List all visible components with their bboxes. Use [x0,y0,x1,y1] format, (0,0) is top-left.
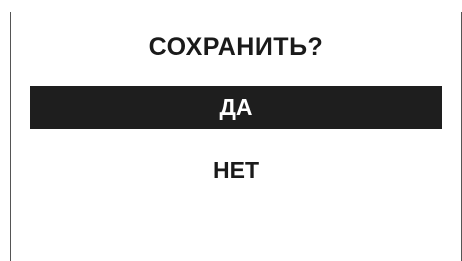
dialog-title: СОХРАНИТЬ? [148,33,324,61]
no-option[interactable]: НЕТ [30,149,442,192]
save-options-menu: ДА НЕТ [30,86,442,212]
save-dialog-screen: СОХРАНИТЬ? ДА НЕТ [0,0,462,261]
yes-option[interactable]: ДА [30,86,442,129]
